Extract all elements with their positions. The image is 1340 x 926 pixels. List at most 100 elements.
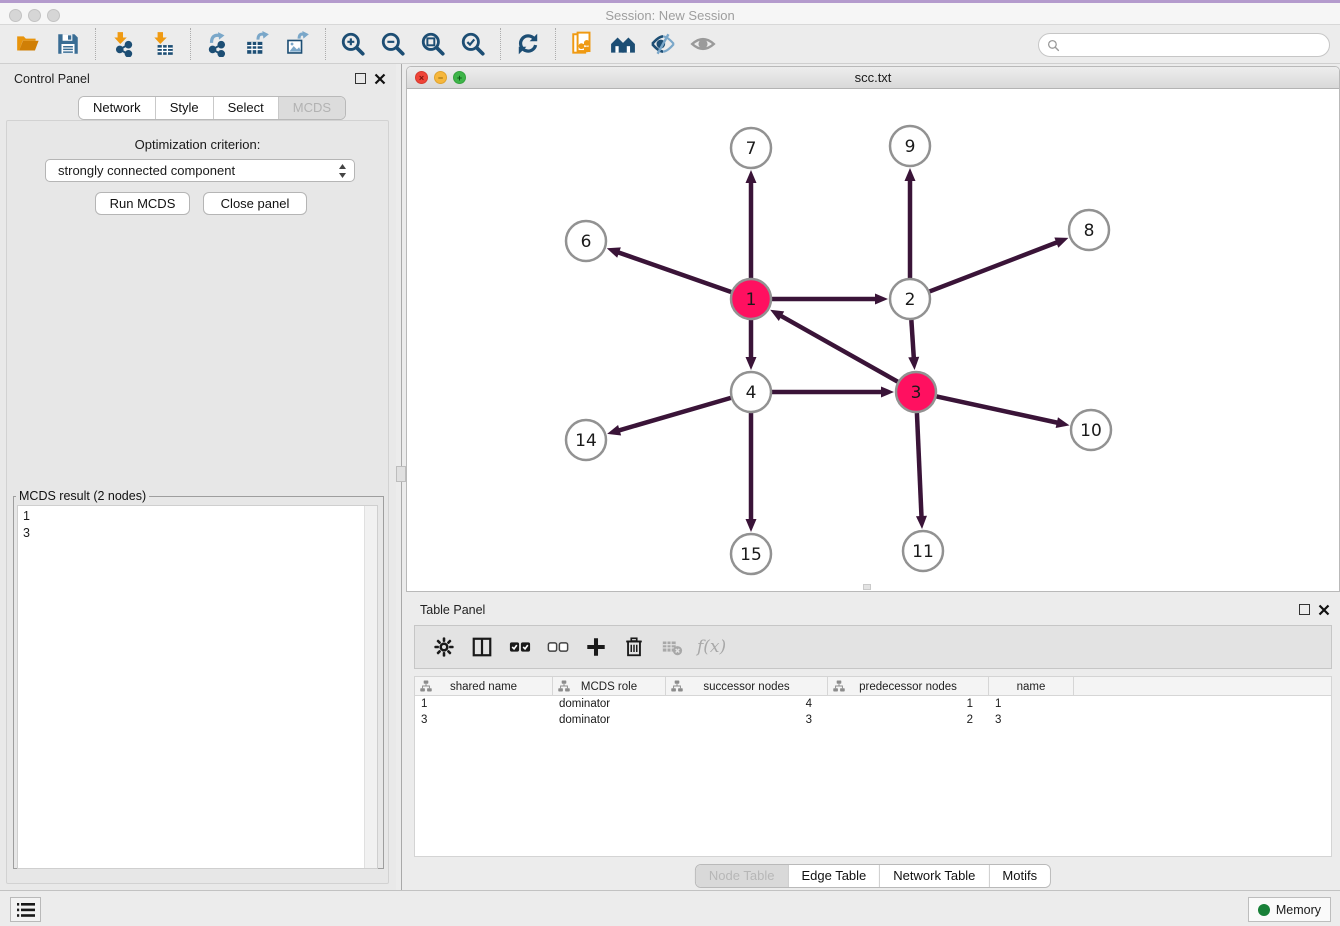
run-mcds-button[interactable]: Run MCDS [95,192,190,215]
graph-edge-3-10[interactable] [937,396,1059,423]
tab-motifs[interactable]: Motifs [989,865,1050,887]
gear-icon[interactable] [430,633,458,661]
close-panel-icon[interactable] [374,72,386,84]
toolbar-separator [325,28,326,60]
network-splitter-handle[interactable] [863,584,871,590]
graph-edge-4-14[interactable] [618,398,731,431]
tab-select[interactable]: Select [214,97,279,119]
column-header-MCDS-role[interactable]: MCDS role [553,677,666,696]
memory-status-icon [1258,904,1270,916]
mcds-result-textarea[interactable]: 1 3 [17,505,378,869]
graph-node-label: 3 [911,383,922,403]
delete-table-icon [658,633,686,661]
graph-edge-arrow [881,387,894,398]
task-history-button[interactable] [10,897,41,922]
table-cell[interactable]: 4 [666,696,828,712]
graph-node-label: 9 [905,137,916,157]
tab-network[interactable]: Network [79,97,156,119]
zoom-selected-icon[interactable] [458,29,488,59]
table-cell[interactable]: 3 [666,712,828,728]
column-header-predecessor-nodes[interactable]: predecessor nodes [828,677,989,696]
table-row[interactable]: 3dominator323 [415,712,1331,728]
network-graph[interactable]: 7968124314101511 [407,90,1340,592]
main-toolbar [0,25,1340,64]
float-panel-icon[interactable] [355,73,366,84]
graph-edge-arrow [607,425,621,436]
export-table-icon[interactable] [243,29,273,59]
criterion-dropdown[interactable]: strongly connected component [45,159,355,182]
result-scrollbar[interactable] [364,506,377,868]
criterion-dropdown-value: strongly connected component [58,163,235,178]
tab-mcds[interactable]: MCDS [279,97,345,119]
network-canvas[interactable]: 7968124314101511 [407,90,1340,592]
graph-node-label: 4 [746,383,757,403]
graph-edge-arrow [746,519,757,532]
graph-edge-3-11[interactable] [917,413,922,518]
export-image-icon[interactable] [283,29,313,59]
panel-divider-handle[interactable] [396,466,406,482]
column-header-shared-name[interactable]: shared name [415,677,553,696]
float-table-panel-icon[interactable] [1299,604,1310,615]
graph-edge-arrow [607,247,621,257]
tab-style[interactable]: Style [156,97,214,119]
tab-edge-table[interactable]: Edge Table [788,865,880,887]
column-header-name[interactable]: name [989,677,1074,696]
tab-node-table[interactable]: Node Table [696,865,789,887]
close-table-panel-icon[interactable] [1318,603,1330,615]
graph-edge-arrow [908,357,919,370]
app-titlebar: Session: New Session [0,0,1340,25]
table-cell[interactable]: dominator [553,696,666,712]
import-table-icon[interactable] [148,29,178,59]
control-panel-title: Control Panel [14,72,90,86]
graph-edge-2-3[interactable] [911,320,914,359]
search-input[interactable] [1065,35,1329,55]
refresh-icon[interactable] [513,29,543,59]
table-cell[interactable]: 3 [415,712,553,728]
delete-icon[interactable] [620,633,648,661]
graph-edge-arrow [1056,417,1070,428]
toolbar-separator [95,28,96,60]
network-window-titlebar[interactable]: × − + scc.txt [407,67,1339,89]
table-cell[interactable]: 1 [415,696,553,712]
network-window: × − + scc.txt 7968124314101511 [406,66,1340,592]
table-header-row: shared nameMCDS rolesuccessor nodesprede… [415,677,1331,696]
table-cell[interactable]: 3 [989,712,1074,728]
status-bar: Memory [0,890,1340,926]
home-icon[interactable] [608,29,638,59]
hide-eye-icon[interactable] [648,29,678,59]
zoom-in-icon[interactable] [338,29,368,59]
add-icon[interactable] [582,633,610,661]
select-all-checkboxes-icon[interactable] [506,633,534,661]
table-cell[interactable]: 1 [989,696,1074,712]
search-icon [1047,39,1060,52]
zoom-out-icon[interactable] [378,29,408,59]
graph-edge-3-1[interactable] [780,315,898,381]
network-from-file-icon[interactable] [568,29,598,59]
export-network-icon[interactable] [203,29,233,59]
table-cell[interactable]: 1 [828,696,989,712]
graph-edge-2-8[interactable] [930,242,1059,292]
toolbar-search[interactable] [1038,33,1330,57]
node-table: shared nameMCDS rolesuccessor nodesprede… [414,676,1332,857]
mcds-result-text: 1 3 [18,506,364,868]
graph-edge-arrow [905,168,916,181]
table-tabs: Node Table Edge Table Network Table Moti… [695,864,1051,888]
import-network-icon[interactable] [108,29,138,59]
mcds-result-title: MCDS result (2 nodes) [16,489,149,503]
close-panel-button[interactable]: Close panel [203,192,307,215]
tab-network-table[interactable]: Network Table [880,865,989,887]
network-window-title: scc.txt [407,70,1339,85]
deselect-checkboxes-icon[interactable] [544,633,572,661]
save-icon[interactable] [53,29,83,59]
columns-icon[interactable] [468,633,496,661]
graph-edge-1-6[interactable] [617,252,731,292]
table-cell[interactable]: dominator [553,712,666,728]
column-header-successor-nodes[interactable]: successor nodes [666,677,828,696]
table-row[interactable]: 1dominator411 [415,696,1331,712]
graph-node-label: 1 [746,290,757,310]
toolbar-separator [500,28,501,60]
open-folder-icon[interactable] [13,29,43,59]
table-cell[interactable]: 2 [828,712,989,728]
zoom-fit-icon[interactable] [418,29,448,59]
memory-button[interactable]: Memory [1248,897,1331,922]
